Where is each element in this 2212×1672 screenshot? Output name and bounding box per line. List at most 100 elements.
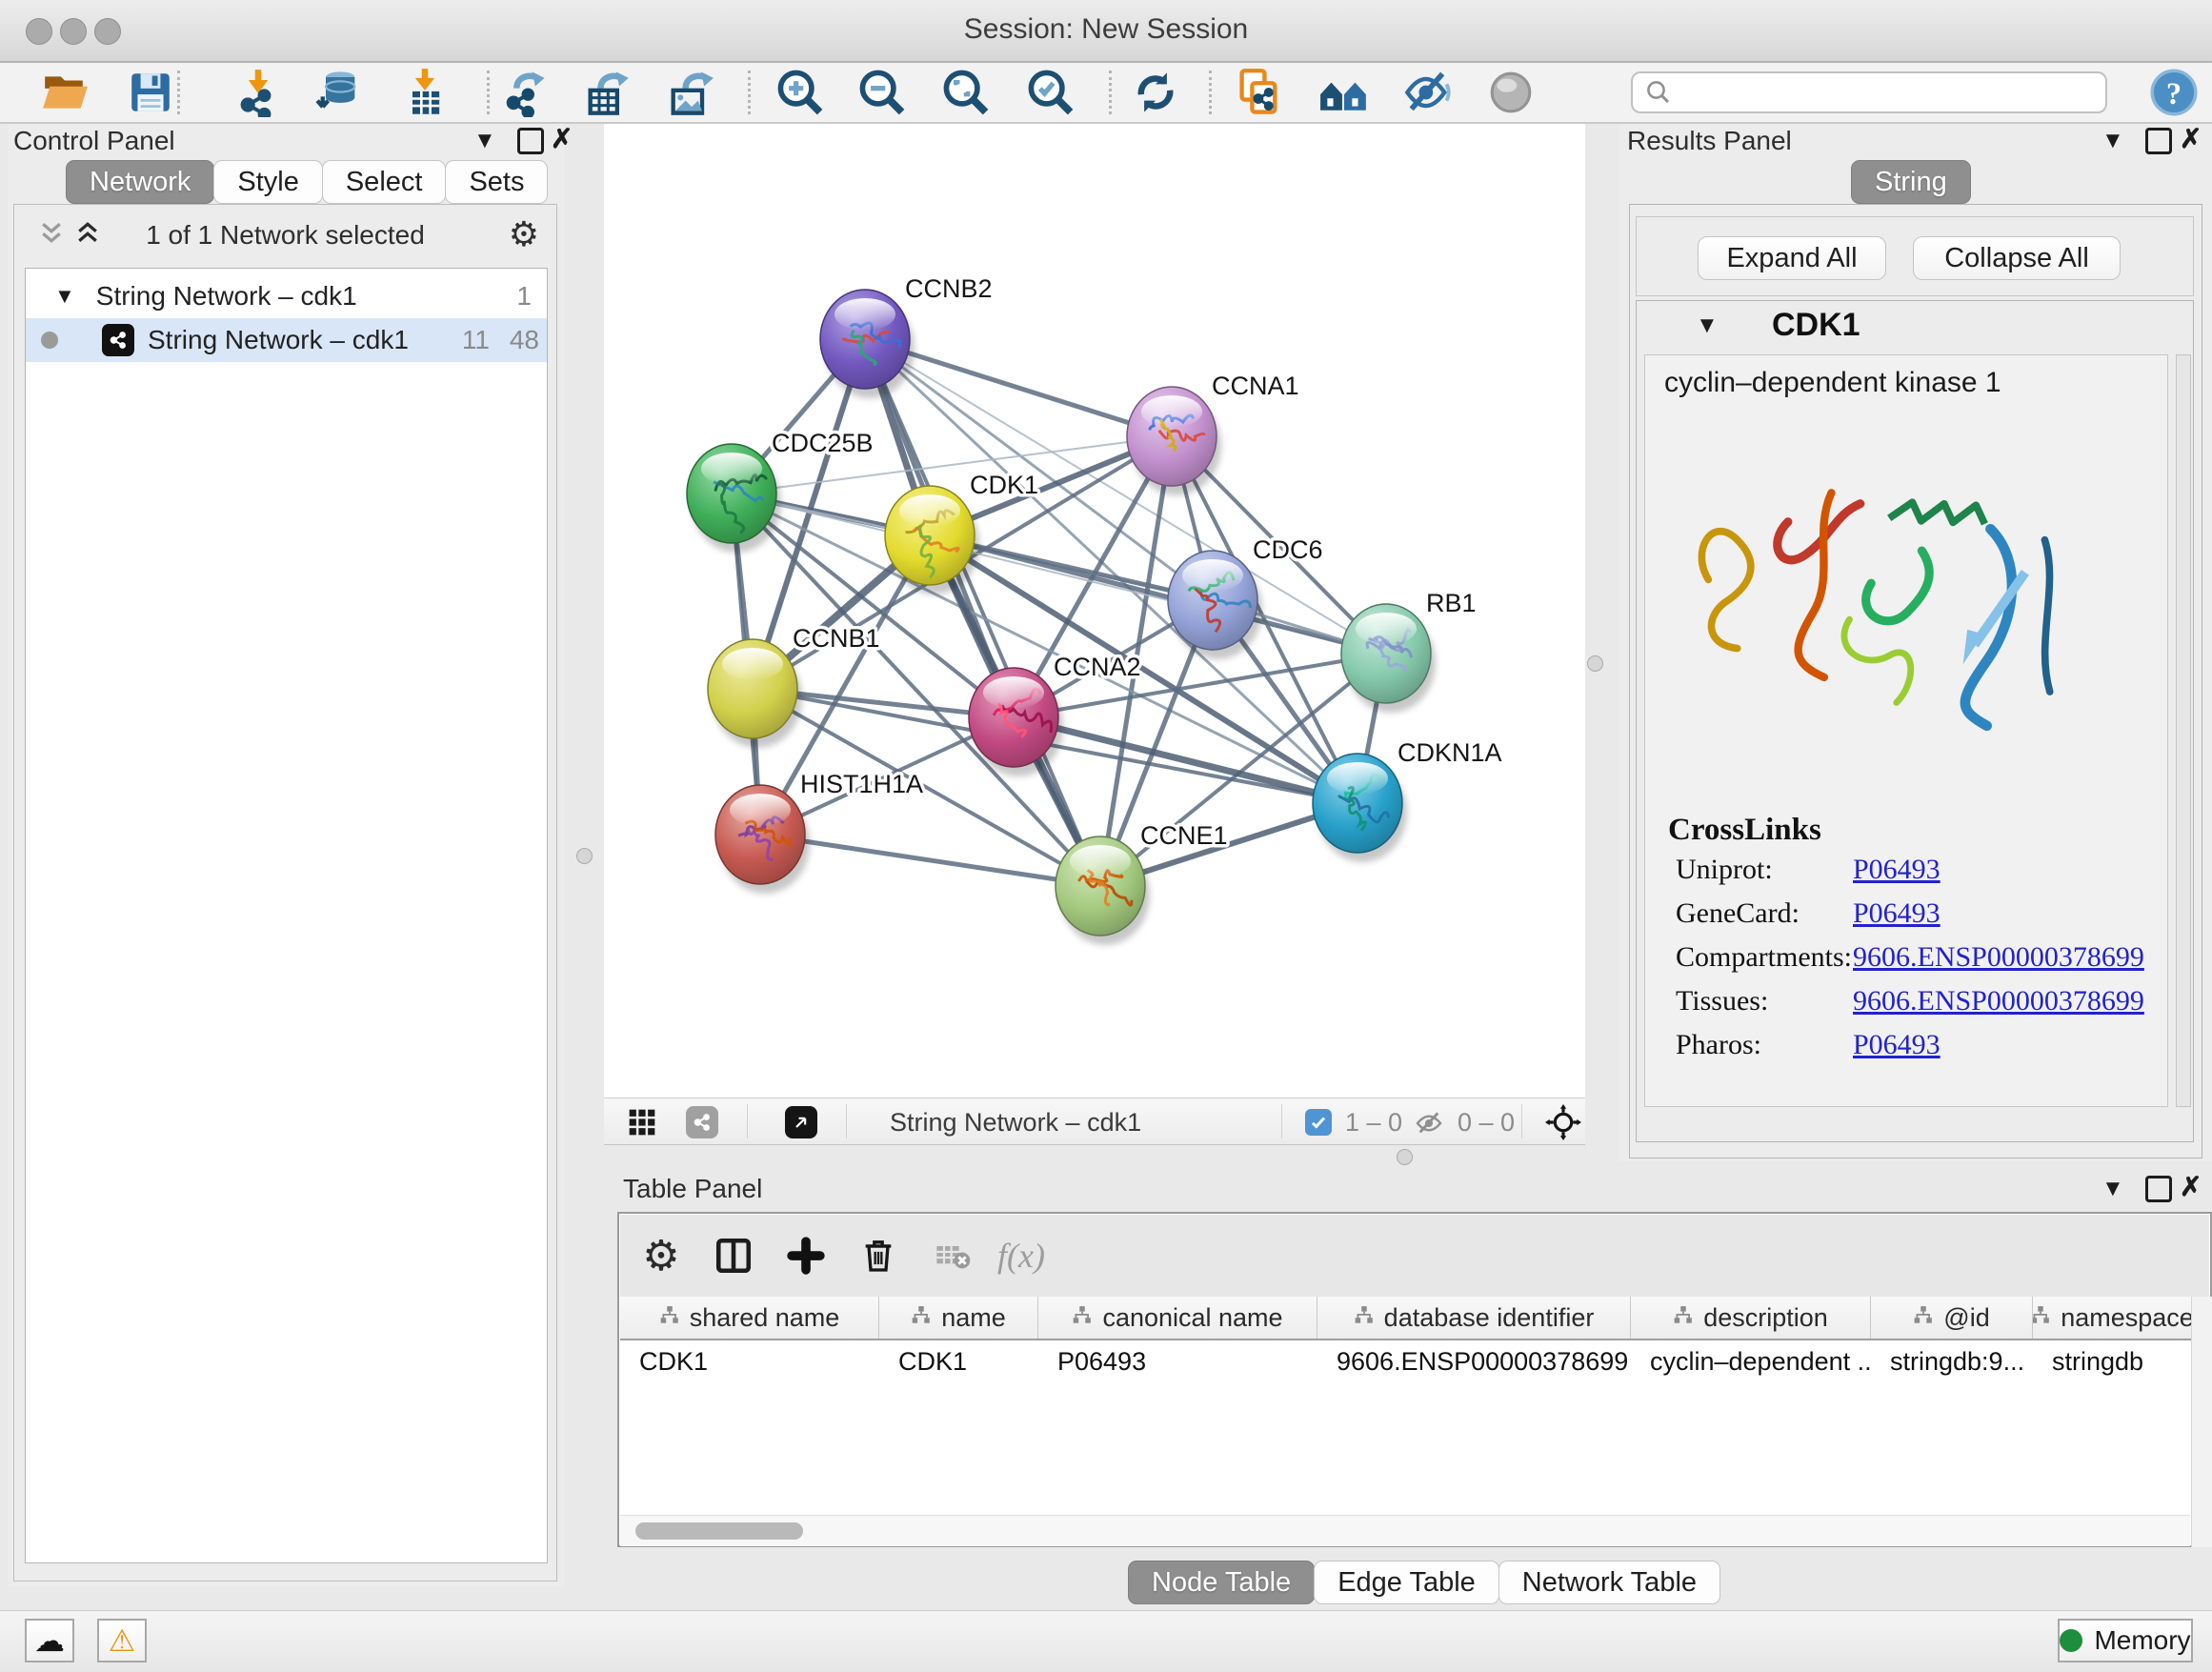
- crosslink-value-link[interactable]: P06493: [1853, 1029, 1941, 1060]
- column-header-canonical-name[interactable]: canonical name: [1038, 1297, 1317, 1339]
- export-image-icon[interactable]: [659, 67, 720, 118]
- bottom-splitter-handle[interactable]: [1397, 1149, 1413, 1165]
- collection-expand-caret[interactable]: ▼: [54, 284, 75, 309]
- grid-view-icon[interactable]: [627, 1107, 657, 1142]
- selected-checkbox-icon[interactable]: [1305, 1109, 1332, 1136]
- tab-sets[interactable]: Sets: [445, 160, 548, 204]
- zoom-out-icon[interactable]: [852, 67, 913, 118]
- import-network-from-database-icon[interactable]: [308, 67, 369, 118]
- column-header-database-identifier[interactable]: database identifier: [1317, 1297, 1631, 1339]
- collapse-all-button[interactable]: Collapse All: [1913, 236, 2121, 280]
- float-panel-icon[interactable]: ▼: [2101, 128, 2124, 154]
- float-panel-icon[interactable]: ▼: [2101, 1176, 2124, 1202]
- table-horizontal-scrollbar[interactable]: [620, 1515, 2190, 1546]
- network-node-CDKN1A[interactable]: [1313, 754, 1407, 862]
- network-node-CDC25B[interactable]: [687, 444, 781, 553]
- network-row[interactable]: String Network – cdk1 11 48: [26, 318, 547, 362]
- birds-eye-view-icon[interactable]: [785, 1106, 817, 1138]
- expand-all-button[interactable]: Expand All: [1698, 236, 1886, 280]
- add-column-icon[interactable]: [780, 1230, 832, 1281]
- tab-string[interactable]: String: [1851, 160, 1971, 204]
- crosslink-value-link[interactable]: P06493: [1853, 854, 1941, 885]
- gene-collapse-caret[interactable]: ▼: [1696, 312, 1719, 339]
- network-node-HIST1H1A[interactable]: [715, 785, 810, 894]
- crosslink-value-link[interactable]: 9606.ENSP00000378699: [1853, 941, 2144, 973]
- zoom-in-icon[interactable]: [770, 67, 831, 118]
- open-session-icon[interactable]: [34, 67, 95, 118]
- tab-network-table[interactable]: Network Table: [1498, 1561, 1720, 1604]
- table-cell[interactable]: P06493: [1038, 1340, 1317, 1382]
- column-header-name[interactable]: name: [879, 1297, 1038, 1339]
- hidden-eye-icon[interactable]: [1414, 1108, 1444, 1143]
- table-cell[interactable]: stringdb: [2033, 1340, 2192, 1382]
- first-neighbors-icon[interactable]: [1314, 67, 1375, 118]
- table-vertical-scrollbar[interactable]: [2191, 1297, 2212, 1547]
- right-splitter-handle[interactable]: [1587, 655, 1603, 672]
- export-table-icon[interactable]: [576, 67, 637, 118]
- undock-panel-icon[interactable]: [2145, 128, 2172, 154]
- close-panel-icon[interactable]: ✗: [551, 126, 573, 152]
- tab-node-table[interactable]: Node Table: [1128, 1561, 1315, 1604]
- delete-column-trash-icon[interactable]: [853, 1230, 904, 1281]
- search-box[interactable]: [1631, 71, 2107, 113]
- network-node-CDK1[interactable]: [885, 486, 979, 594]
- network-node-CCNB2[interactable]: [820, 290, 915, 398]
- table-cell[interactable]: CDK1: [620, 1340, 879, 1382]
- network-node-RB1[interactable]: [1341, 604, 1436, 713]
- help-icon[interactable]: ?: [2143, 67, 2204, 118]
- column-header-description[interactable]: description: [1631, 1297, 1871, 1339]
- network-share-icon[interactable]: [686, 1106, 718, 1138]
- network-node-CCNA1[interactable]: [1127, 387, 1221, 495]
- refresh-icon[interactable]: [1125, 67, 1186, 118]
- network-options-gear-icon[interactable]: ⚙: [509, 214, 539, 254]
- export-network-icon[interactable]: [494, 67, 555, 118]
- column-header-shared-name[interactable]: shared name: [620, 1297, 879, 1339]
- network-node-CDC6[interactable]: [1168, 551, 1262, 659]
- float-panel-icon[interactable]: ▼: [473, 128, 496, 154]
- memory-button[interactable]: Memory: [2058, 1619, 2193, 1662]
- import-network-from-file-icon[interactable]: [228, 67, 289, 118]
- function-builder-icon[interactable]: f(x): [995, 1230, 1047, 1281]
- hide-selected-icon[interactable]: [1398, 67, 1458, 118]
- fit-selected-crosshair-icon[interactable]: [1545, 1104, 1581, 1145]
- network-node-CCNE1[interactable]: [1056, 836, 1150, 945]
- network-collection-row[interactable]: ▼ String Network – cdk1 1: [26, 274, 547, 318]
- zoom-selected-icon[interactable]: [1020, 67, 1081, 118]
- tab-network[interactable]: Network: [66, 160, 214, 204]
- string-network-graph[interactable]: CCNB2CCNA1CDC25BCDK1CDC6RB1CCNB1CCNA2CDK…: [604, 124, 1585, 1098]
- crosslink-value-link[interactable]: 9606.ENSP00000378699: [1853, 985, 2144, 1017]
- network-edge-HIST1H1A-CCNE1[interactable]: [760, 835, 1100, 886]
- table-cell[interactable]: cyclin–dependent ...: [1631, 1340, 1871, 1382]
- crosslink-value-link[interactable]: P06493: [1853, 897, 1941, 929]
- table-cell[interactable]: CDK1: [879, 1340, 1038, 1382]
- close-panel-icon[interactable]: ✗: [2180, 126, 2202, 152]
- tab-select[interactable]: Select: [322, 160, 447, 204]
- network-edge-CCNB2-CCNE1[interactable]: [865, 339, 1100, 886]
- save-session-icon[interactable]: [120, 67, 181, 118]
- column-header-namespace[interactable]: namespace: [2033, 1297, 2192, 1339]
- clone-network-icon[interactable]: [1229, 67, 1290, 118]
- import-table-from-file-icon[interactable]: [394, 67, 455, 118]
- show-columns-icon[interactable]: [708, 1230, 759, 1281]
- warnings-button[interactable]: ⚠: [97, 1619, 147, 1662]
- warning-icon: ⚠: [109, 1622, 136, 1659]
- undock-panel-icon[interactable]: [2145, 1176, 2172, 1202]
- tab-edge-table[interactable]: Edge Table: [1314, 1561, 1499, 1604]
- network-view-canvas[interactable]: CCNB2CCNA1CDC25BCDK1CDC6RB1CCNB1CCNA2CDK…: [604, 124, 1585, 1098]
- search-input[interactable]: [1673, 77, 2105, 109]
- zoom-fit-content-icon[interactable]: [935, 67, 996, 118]
- column-header-@id[interactable]: @id: [1871, 1297, 2033, 1339]
- table-cell[interactable]: 9606.ENSP00000378699: [1317, 1340, 1631, 1382]
- left-splitter-handle[interactable]: [576, 848, 593, 864]
- delete-table-icon[interactable]: [927, 1230, 978, 1281]
- undock-panel-icon[interactable]: [517, 128, 544, 154]
- show-all-icon[interactable]: [1480, 67, 1541, 118]
- scrollbar-thumb[interactable]: [635, 1522, 803, 1540]
- tab-style[interactable]: Style: [213, 160, 322, 204]
- close-panel-icon[interactable]: ✗: [2180, 1174, 2202, 1200]
- table-cell[interactable]: stringdb:9...: [1871, 1340, 2033, 1382]
- table-options-gear-icon[interactable]: ⚙: [635, 1230, 687, 1281]
- results-scrollbar[interactable]: [2176, 354, 2191, 1107]
- cloud-status-button[interactable]: ☁: [25, 1619, 74, 1662]
- column-type-icon: [659, 1303, 680, 1333]
